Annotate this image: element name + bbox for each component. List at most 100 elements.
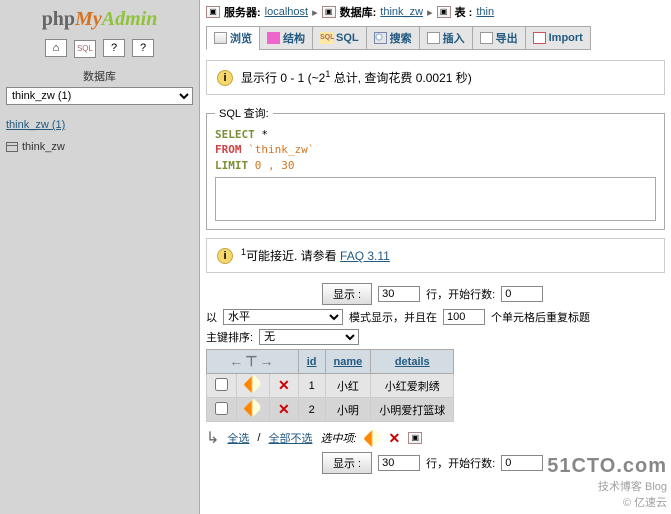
nav-row-bottom: 显示 : 行，开始行数: [206,452,665,474]
mode-select[interactable]: 水平 [223,309,343,325]
search-icon [374,32,387,44]
logo: phpMyAdmin [6,8,193,31]
sort-arrows-icon[interactable]: ←⊤→ [229,353,275,369]
server-icon: ▣ [206,6,220,18]
repeat-suffix: 个单元格后重复标题 [491,309,590,325]
tab-sql[interactable]: SQLSQL [312,26,367,50]
cell-id: 1 [298,374,325,398]
sidebar: phpMyAdmin ⌂ SQL ? ? 数据库 think_zw (1) th… [0,0,200,514]
home-icon[interactable]: ⌂ [45,39,67,57]
database-select[interactable]: think_zw (1) [6,87,193,105]
table-link-label: think_zw [22,141,65,153]
table-link-bc[interactable]: thin [476,6,494,18]
sql-query-fieldset: SQL 查询: SELECT * FROM `think_zw` LIMIT 0… [206,105,665,230]
selection-row: ↳ 全选 / 全部不选 选中项: ✕ ▣ [206,428,665,448]
delete-icon[interactable]: ✕ [278,377,290,393]
show-button[interactable]: 显示 : [322,283,372,305]
breadcrumb-separator: ▸ [427,6,433,19]
database-link-bc[interactable]: think_zw [380,6,423,18]
selection-arrow-icon: ↳ [206,428,219,448]
edit-selected-icon[interactable] [363,429,382,448]
tab-structure-label: 结构 [283,30,305,46]
start-input-bottom[interactable] [501,455,543,471]
database-link[interactable]: think_zw (1) [6,119,193,131]
structure-icon [267,32,280,44]
delete-selected-icon[interactable]: ✕ [389,430,401,447]
action-header: ←⊤→ [207,350,299,374]
tab-search[interactable]: 搜索 [366,26,420,50]
tab-sql-label: SQL [336,32,359,44]
nav-row-3: 主键排序: 无 [206,329,665,345]
insert-icon [427,32,440,44]
tab-browse[interactable]: 浏览 [206,26,260,50]
export-selected-icon[interactable]: ▣ [408,432,422,444]
select-all-link[interactable]: 全选 [227,430,249,446]
tab-import[interactable]: Import [525,26,591,50]
tab-browse-label: 浏览 [230,30,252,46]
docs-icon[interactable]: ? [103,39,125,57]
sql-tab-icon: SQL [320,32,333,44]
breadcrumb: ▣ 服务器: localhost ▸ ▣ 数据库: think_zw ▸ ▣ 表… [206,4,665,20]
mode-prefix: 以 [206,309,217,325]
select-none-link[interactable]: 全部不选 [268,430,312,446]
edit-icon[interactable] [243,399,262,418]
tab-import-label: Import [549,32,583,44]
table-header-row: ←⊤→ id name details [207,350,454,374]
browse-icon [214,32,227,44]
table-icon-bc: ▣ [437,6,451,18]
start-input[interactable] [501,286,543,302]
sql-icon[interactable]: SQL [74,40,96,58]
show-button-bottom[interactable]: 显示 : [322,452,372,474]
tab-structure[interactable]: 结构 [259,26,313,50]
table-label-bc: 表 : [455,4,473,20]
tab-export[interactable]: 导出 [472,26,526,50]
rows-input-bottom[interactable] [378,455,420,471]
table-link[interactable]: think_zw [6,141,193,153]
faq-notice-text: 1可能接近. 请参看 FAQ 3.11 [241,247,390,264]
nav-row-2: 以 水平 模式显示，并且在 个单元格后重复标题 [206,309,665,325]
sql-query-legend: SQL 查询: [215,105,273,121]
with-selected-label: 选中项: [320,430,356,446]
result-notice: i 显示行 0 - 1 (~21 总计, 查询花费 0.0021 秒) [206,60,665,95]
delete-icon[interactable]: ✕ [278,401,290,417]
main-content: ▣ 服务器: localhost ▸ ▣ 数据库: think_zw ▸ ▣ 表… [200,0,671,514]
database-label-bc: 数据库: [340,4,377,20]
breadcrumb-separator: ▸ [312,6,318,19]
faq-link[interactable]: FAQ 3.11 [340,249,390,263]
cell-name: 小红 [325,374,371,398]
col-name[interactable]: name [325,350,371,374]
faq-notice: i 1可能接近. 请参看 FAQ 3.11 [206,238,665,273]
col-id[interactable]: id [298,350,325,374]
import-icon [533,32,546,44]
profiling-box [215,177,656,221]
tab-insert-label: 插入 [443,30,465,46]
cell-details: 小红爱刺绣 [371,374,454,398]
mode-suffix: 模式显示，并且在 [349,309,437,325]
tab-search-label: 搜索 [390,30,412,46]
result-notice-text: 显示行 0 - 1 (~21 总计, 查询花费 0.0021 秒) [241,69,472,86]
rows-input[interactable] [378,286,420,302]
tab-export-label: 导出 [496,30,518,46]
info-icon: i [217,248,233,264]
row-checkbox[interactable] [215,402,228,415]
tab-insert[interactable]: 插入 [419,26,473,50]
cell-name: 小明 [325,398,371,422]
tabs: 浏览 结构 SQLSQL 搜索 插入 导出 Import [206,26,665,50]
edit-icon[interactable] [243,375,262,394]
table-icon [6,142,18,152]
cell-details: 小明爱打篮球 [371,398,454,422]
server-link[interactable]: localhost [265,6,308,18]
database-label: 数据库 [6,68,193,84]
col-details[interactable]: details [371,350,454,374]
rows-label: 行，开始行数: [426,286,495,302]
row-checkbox[interactable] [215,378,228,391]
data-table: ←⊤→ id name details ✕ 1 小红 小红爱刺绣 ✕ 2 小明 … [206,349,454,422]
rows-label-bottom: 行，开始行数: [426,455,495,471]
nav-row-1: 显示 : 行，开始行数: [206,283,665,305]
table-row: ✕ 1 小红 小红爱刺绣 [207,374,454,398]
sql-code: SELECT * FROM `think_zw` LIMIT 0 , 30 [215,127,656,173]
query-icon[interactable]: ? [132,39,154,57]
repeat-input[interactable] [443,309,485,325]
sidebar-icon-row: ⌂ SQL ? ? [6,39,193,58]
sort-select[interactable]: 无 [259,329,359,345]
